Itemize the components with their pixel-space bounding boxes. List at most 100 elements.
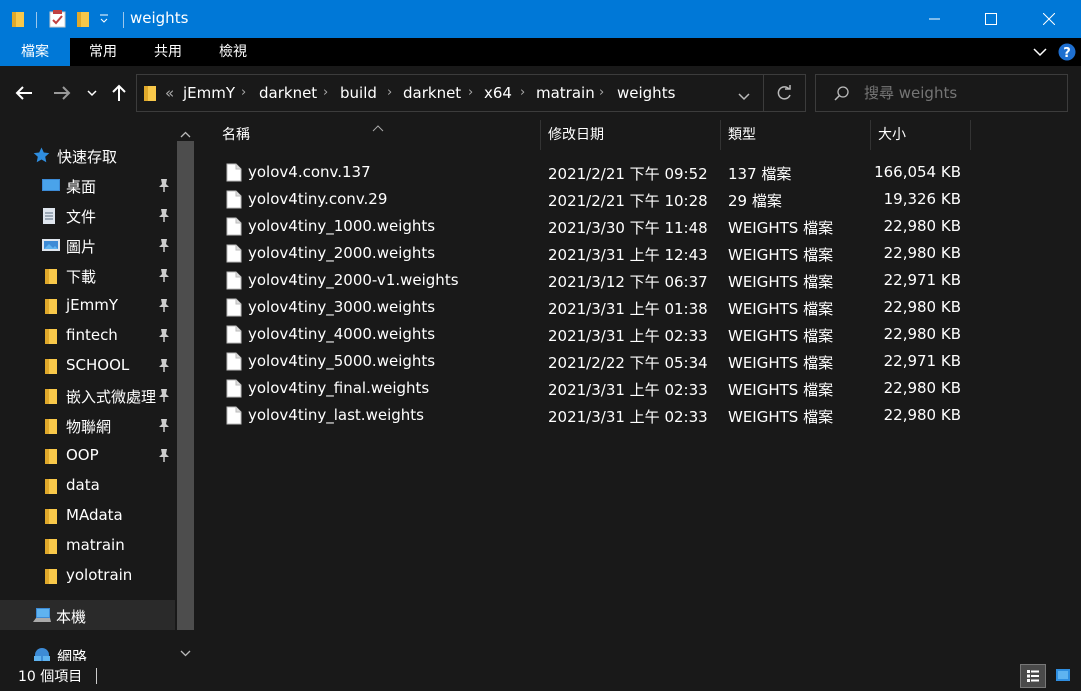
tab-file[interactable]: 檔案 bbox=[0, 38, 70, 66]
refresh-icon[interactable] bbox=[775, 84, 793, 106]
breadcrumb-item[interactable]: x64 bbox=[484, 84, 512, 102]
file-name: yolov4tiny_final.weights bbox=[248, 379, 430, 397]
file-date: 2021/3/30 下午 11:48 bbox=[548, 219, 708, 237]
sidebar-item-fintech[interactable]: fintech bbox=[0, 320, 175, 350]
folder-icon bbox=[44, 297, 58, 319]
address-bar[interactable]: « jEmmY › darknet › build › darknet › x6… bbox=[136, 74, 806, 112]
file-row[interactable]: yolov4tiny_3000.weights 2021/3/31 上午 01:3… bbox=[198, 294, 1081, 321]
new-folder-icon[interactable] bbox=[76, 10, 90, 32]
breadcrumb-overflow[interactable]: « bbox=[165, 84, 174, 102]
breadcrumb-separator-icon[interactable]: › bbox=[520, 85, 525, 100]
sidebar-item-label: 文件 bbox=[66, 208, 97, 226]
large-icons-view-button[interactable] bbox=[1050, 664, 1076, 688]
file-row[interactable]: yolov4tiny_2000.weights 2021/3/31 上午 12:4… bbox=[198, 240, 1081, 267]
search-box[interactable] bbox=[815, 74, 1068, 112]
pictures-icon bbox=[41, 237, 61, 257]
file-row[interactable]: yolov4tiny.conv.29 2021/2/21 下午 10:28 29 檔… bbox=[198, 186, 1081, 213]
folder-icon bbox=[44, 327, 58, 349]
close-button[interactable] bbox=[1026, 0, 1072, 38]
breadcrumb-item[interactable]: jEmmY bbox=[183, 84, 235, 102]
forward-button[interactable] bbox=[50, 80, 74, 106]
sidebar-item-label: data bbox=[66, 476, 100, 494]
file-row[interactable]: yolov4.conv.137 2021/2/21 下午 09:52 137 檔案 1… bbox=[198, 159, 1081, 186]
search-input[interactable] bbox=[864, 83, 1059, 103]
breadcrumb-separator-icon[interactable]: › bbox=[241, 85, 246, 100]
file-row[interactable]: yolov4tiny_5000.weights 2021/2/22 下午 05:3… bbox=[198, 348, 1081, 375]
column-header-size[interactable]: 大小 bbox=[878, 120, 906, 150]
sidebar-item-oop[interactable]: OOP bbox=[0, 440, 175, 470]
up-button[interactable] bbox=[107, 80, 131, 106]
back-button[interactable] bbox=[12, 80, 36, 106]
sidebar-item-this-pc[interactable]: 本機 bbox=[0, 600, 175, 630]
breadcrumb-item[interactable]: build bbox=[340, 84, 377, 102]
file-icon bbox=[226, 271, 242, 294]
sidebar-item-folder[interactable]: 嵌入式微處理 bbox=[0, 380, 175, 410]
breadcrumb-item-current[interactable]: weights bbox=[617, 84, 675, 102]
sidebar-item-yolotrain[interactable]: yolotrain bbox=[0, 560, 175, 590]
column-header-date[interactable]: 修改日期 bbox=[548, 120, 604, 150]
address-divider bbox=[763, 75, 764, 111]
breadcrumb-separator-icon[interactable]: › bbox=[387, 85, 392, 100]
breadcrumb-item[interactable]: darknet bbox=[259, 84, 317, 102]
sidebar-item-folder[interactable]: 物聯網 bbox=[0, 410, 175, 440]
help-icon[interactable]: ? bbox=[1058, 43, 1076, 65]
breadcrumb-separator-icon[interactable]: › bbox=[599, 85, 604, 100]
star-icon bbox=[33, 147, 50, 167]
file-date: 2021/3/12 下午 06:37 bbox=[548, 273, 708, 291]
breadcrumb-item[interactable]: darknet bbox=[403, 84, 461, 102]
minimize-button[interactable] bbox=[912, 0, 958, 38]
breadcrumb-separator-icon[interactable]: › bbox=[468, 85, 473, 100]
tab-view[interactable]: 檢視 bbox=[204, 38, 262, 66]
file-row[interactable]: yolov4tiny_last.weights 2021/3/31 上午 02:3… bbox=[198, 402, 1081, 429]
sidebar-item-data[interactable]: data bbox=[0, 470, 175, 500]
breadcrumb-separator-icon[interactable]: › bbox=[323, 85, 328, 100]
scroll-down-icon[interactable] bbox=[180, 645, 191, 661]
item-count: 10 個項目 bbox=[18, 669, 83, 685]
file-size: 22,980 KB bbox=[883, 244, 961, 262]
navigation-pane: 快速存取 桌面文件圖片 下載 jEmmY fintech SCHOOL 嵌入式微處理 物聯網… bbox=[0, 120, 196, 666]
tab-home[interactable]: 常用 bbox=[74, 38, 132, 66]
sidebar-item-madata[interactable]: MAdata bbox=[0, 500, 175, 530]
sidebar-item-jemmy[interactable]: jEmmY bbox=[0, 290, 175, 320]
file-icon bbox=[226, 325, 242, 348]
maximize-button[interactable] bbox=[968, 0, 1014, 38]
pin-icon bbox=[158, 208, 170, 226]
file-row[interactable]: yolov4tiny_2000-v1.weights 2021/3/12 下午 0… bbox=[198, 267, 1081, 294]
sidebar-item-folder[interactable]: 下載 bbox=[0, 260, 175, 290]
column-divider[interactable] bbox=[720, 120, 721, 150]
sidebar-item-school[interactable]: SCHOOL bbox=[0, 350, 175, 380]
column-header-name[interactable]: 名稱 bbox=[222, 120, 250, 150]
file-type: WEIGHTS 檔案 bbox=[728, 246, 834, 264]
column-divider[interactable] bbox=[970, 120, 971, 150]
expand-ribbon-icon[interactable] bbox=[1032, 45, 1048, 63]
sidebar-scrollbar[interactable] bbox=[175, 120, 196, 661]
column-divider[interactable] bbox=[540, 120, 541, 150]
pin-icon bbox=[158, 448, 170, 466]
sidebar-item-folder[interactable]: 桌面 bbox=[0, 170, 175, 200]
recent-locations-button[interactable] bbox=[82, 80, 102, 106]
sidebar-item-folder[interactable]: 文件 bbox=[0, 200, 175, 230]
breadcrumb-item[interactable]: matrain bbox=[536, 84, 595, 102]
properties-icon[interactable] bbox=[49, 10, 66, 32]
minimize-icon bbox=[929, 18, 940, 20]
folder-icon bbox=[44, 537, 58, 559]
column-divider[interactable] bbox=[870, 120, 871, 150]
downloads-icon bbox=[44, 267, 58, 289]
titlebar-divider bbox=[123, 12, 124, 28]
file-date: 2021/2/21 下午 09:52 bbox=[548, 165, 708, 183]
details-view-button[interactable] bbox=[1020, 664, 1046, 688]
file-row[interactable]: yolov4tiny_4000.weights 2021/3/31 上午 02:3… bbox=[198, 321, 1081, 348]
arrow-left-icon bbox=[15, 86, 32, 100]
address-history-icon[interactable] bbox=[738, 89, 750, 105]
file-row[interactable]: yolov4tiny_1000.weights 2021/3/30 下午 11:4… bbox=[198, 213, 1081, 240]
sidebar-item-matrain[interactable]: matrain bbox=[0, 530, 175, 560]
customize-toolbar-icon[interactable] bbox=[99, 13, 109, 29]
file-row[interactable]: yolov4tiny_final.weights 2021/3/31 上午 02:… bbox=[198, 375, 1081, 402]
sidebar-item-quick-access[interactable]: 快速存取 bbox=[0, 140, 175, 170]
column-header-type[interactable]: 類型 bbox=[728, 120, 756, 150]
sidebar-item-folder[interactable]: 圖片 bbox=[0, 230, 175, 260]
scrollbar-thumb[interactable] bbox=[177, 141, 194, 630]
file-date: 2021/3/31 上午 12:43 bbox=[548, 246, 708, 264]
status-bar: 10 個項目 bbox=[0, 661, 1081, 691]
tab-share[interactable]: 共用 bbox=[139, 38, 197, 66]
